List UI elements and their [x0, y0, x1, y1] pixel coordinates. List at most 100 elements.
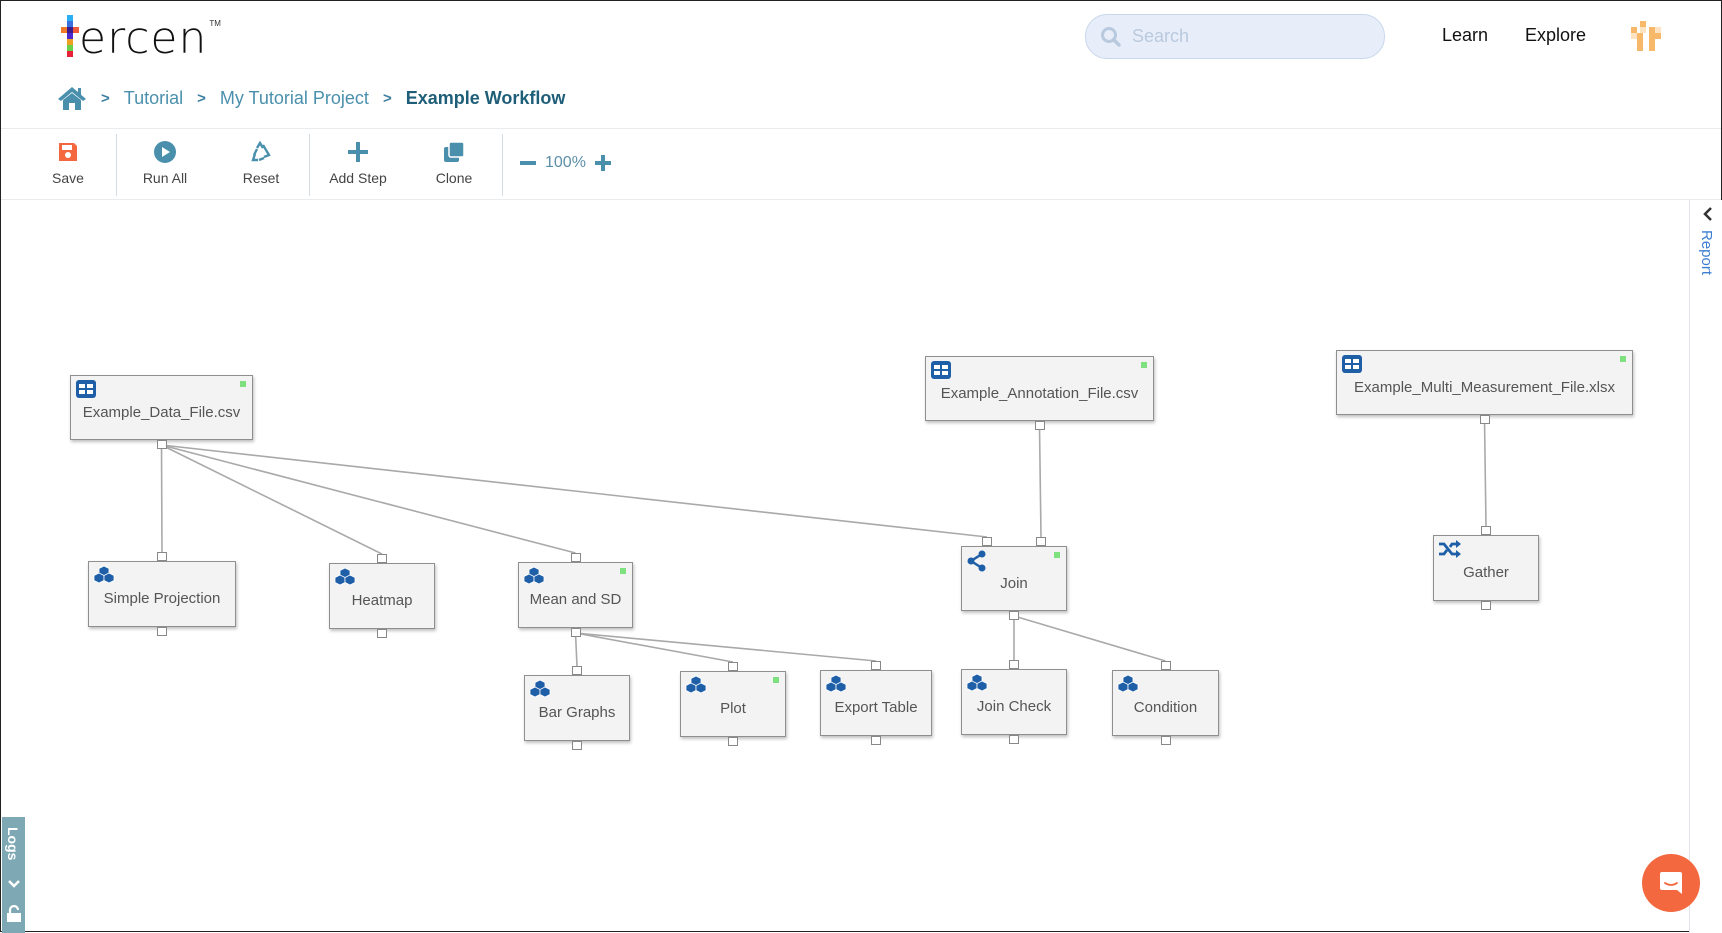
input-port[interactable]	[1009, 660, 1019, 669]
output-port[interactable]	[570, 628, 581, 637]
input-port[interactable]	[1036, 537, 1046, 546]
workflow-node-heatmap[interactable]: Heatmap	[329, 563, 435, 629]
search-icon	[1101, 26, 1121, 47]
toolbar-divider	[309, 134, 310, 196]
link-data-file-to-simple-projection	[160, 444, 163, 553]
report-tab[interactable]: Report	[1698, 230, 1715, 275]
output-port[interactable]	[157, 627, 167, 636]
workflow-toolbar: Save Run All Reset Add Step Clone 100%	[1, 130, 1721, 200]
status-indicator	[240, 381, 246, 387]
add-step-button[interactable]: Add Step	[318, 138, 398, 186]
zoom-in-icon[interactable]	[594, 154, 612, 172]
input-port[interactable]	[728, 662, 738, 671]
cubes-icon	[966, 673, 988, 698]
table-icon	[930, 360, 952, 385]
output-port[interactable]	[1479, 415, 1490, 424]
workflow-node-annotation-file[interactable]: Example_Annotation_File.csv	[925, 356, 1154, 421]
workflow-canvas[interactable]: Example_Data_File.csv Example_Annotation_…	[2, 200, 1688, 932]
logo-trademark: TM	[209, 19, 221, 28]
link-mean-sd-to-bar-graphs	[574, 632, 578, 667]
node-label: Bar Graphs	[538, 704, 616, 721]
search-input[interactable]	[1132, 26, 1352, 47]
save-icon	[59, 143, 77, 161]
output-port[interactable]	[572, 741, 582, 750]
user-avatar-icon[interactable]	[1631, 21, 1661, 51]
chevron-down-icon	[8, 880, 20, 888]
output-port[interactable]	[1034, 421, 1045, 430]
zoom-out-icon[interactable]	[519, 154, 537, 172]
workflow-node-gather[interactable]: Gather	[1433, 535, 1539, 601]
workflow-node-simple-projection[interactable]: Simple Projection	[88, 561, 236, 627]
chat-button[interactable]	[1642, 854, 1700, 912]
reset-label: Reset	[242, 170, 280, 186]
input-port[interactable]	[377, 554, 387, 563]
node-label: Join Check	[976, 698, 1052, 715]
save-button[interactable]: Save	[28, 138, 108, 186]
shuffle-icon	[1438, 539, 1462, 564]
input-port[interactable]	[982, 537, 992, 546]
app-window: ercen TM Learn Explore	[0, 0, 1722, 933]
chevron-left-icon[interactable]	[1702, 206, 1714, 222]
output-port[interactable]	[1009, 735, 1019, 744]
zoom-level: 100%	[545, 154, 586, 171]
header: ercen TM Learn Explore	[1, 1, 1721, 129]
cubes-icon	[685, 675, 707, 700]
workflow-node-export-table[interactable]: Export Table	[820, 670, 932, 736]
output-port[interactable]	[1481, 601, 1491, 610]
run-all-button[interactable]: Run All	[125, 138, 205, 186]
recycle-icon	[251, 140, 271, 162]
workflow-node-data-file[interactable]: Example_Data_File.csv	[70, 375, 253, 440]
input-port[interactable]	[572, 666, 582, 675]
output-port[interactable]	[377, 629, 387, 638]
home-icon[interactable]	[57, 85, 87, 111]
workflow-node-condition[interactable]: Condition	[1112, 670, 1219, 736]
add-step-label: Add Step	[329, 170, 387, 186]
output-port[interactable]	[728, 737, 738, 746]
input-port[interactable]	[1160, 661, 1171, 670]
workflow-node-join[interactable]: Join	[961, 546, 1067, 611]
status-indicator	[1141, 362, 1147, 368]
logs-label: Logs	[5, 827, 21, 861]
output-port[interactable]	[871, 736, 881, 745]
reset-button[interactable]: Reset	[221, 138, 301, 186]
cubes-icon	[529, 679, 551, 704]
tercen-logo[interactable]: ercen TM	[59, 15, 221, 61]
workflow-node-multi-file[interactable]: Example_Multi_Measurement_File.xlsx	[1336, 350, 1633, 415]
logs-tab[interactable]: Logs	[2, 817, 25, 933]
breadcrumb: > Tutorial > My Tutorial Project > Examp…	[57, 85, 565, 111]
output-port[interactable]	[1160, 736, 1171, 745]
output-port[interactable]	[156, 440, 167, 449]
toolbar-divider	[116, 134, 117, 196]
search-box[interactable]	[1085, 14, 1385, 59]
output-port[interactable]	[1009, 611, 1019, 620]
clone-icon	[444, 141, 465, 162]
breadcrumb-project[interactable]: My Tutorial Project	[220, 88, 369, 109]
workflow-node-mean-sd[interactable]: Mean and SD	[518, 562, 633, 628]
table-icon	[75, 379, 97, 404]
input-port[interactable]	[157, 552, 167, 561]
node-label: Gather	[1463, 564, 1509, 581]
link-join-to-condition	[1013, 615, 1166, 662]
workflow-node-plot[interactable]: Plot	[680, 671, 786, 737]
input-port[interactable]	[1481, 526, 1491, 535]
save-label: Save	[52, 170, 84, 186]
breadcrumb-separator: >	[101, 89, 110, 107]
toolbar-divider	[502, 134, 503, 196]
unlock-icon	[7, 905, 21, 922]
clone-button[interactable]: Clone	[414, 138, 494, 186]
breadcrumb-tutorial[interactable]: Tutorial	[124, 88, 183, 109]
status-indicator	[1054, 552, 1060, 558]
plus-icon	[348, 142, 368, 162]
input-port[interactable]	[871, 661, 881, 670]
link-annotation-file-to-join	[1038, 425, 1042, 538]
cubes-icon	[93, 565, 115, 590]
nav-learn-link[interactable]: Learn	[1442, 25, 1488, 46]
table-icon	[1341, 354, 1363, 379]
workflow-node-bar-graphs[interactable]: Bar Graphs	[524, 675, 630, 741]
workflow-node-join-check[interactable]: Join Check	[961, 669, 1067, 735]
cubes-icon	[825, 674, 847, 699]
nav-explore-link[interactable]: Explore	[1525, 25, 1586, 46]
link-multi-file-to-gather	[1483, 419, 1487, 527]
input-port[interactable]	[570, 553, 581, 562]
node-label: Condition	[1133, 699, 1198, 716]
